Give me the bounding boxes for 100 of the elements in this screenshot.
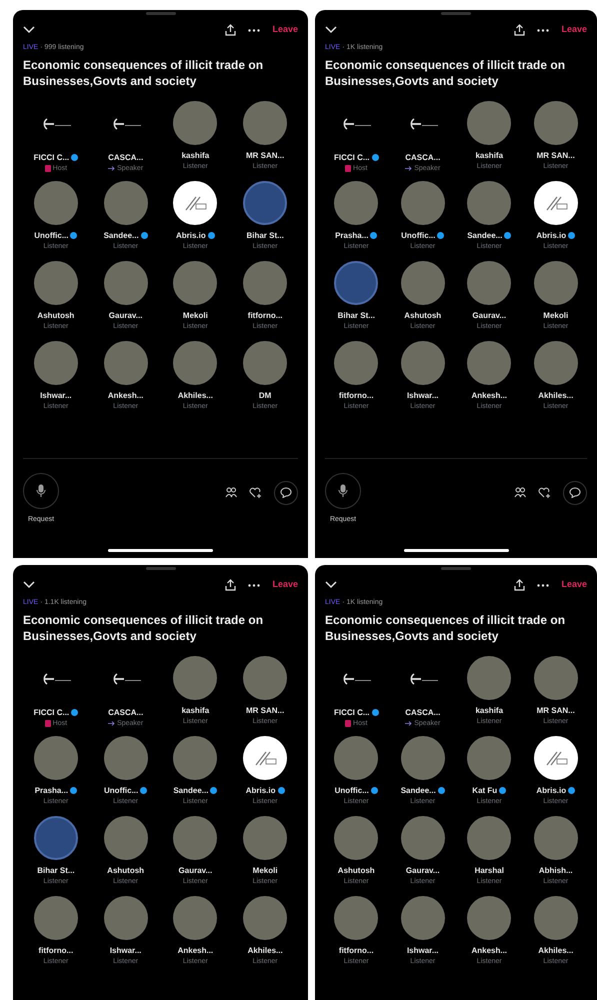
participant-name: Unoffic... bbox=[34, 230, 68, 242]
avatar-placeholder bbox=[334, 340, 378, 384]
avatar-placeholder bbox=[104, 260, 148, 304]
space-title: Economic consequences of illicit trade on Businesses,Govts and society bbox=[325, 56, 566, 88]
avatar-placeholder bbox=[467, 736, 512, 780]
avatar-placeholder bbox=[467, 180, 512, 224]
chevron-down-icon[interactable] bbox=[325, 26, 337, 34]
chat-button[interactable] bbox=[274, 480, 298, 504]
participant-name: FICCI C... bbox=[34, 152, 70, 164]
avatar-placeholder bbox=[534, 816, 578, 860]
leave-button[interactable]: Leave bbox=[561, 23, 587, 37]
participant-name: MR SAN... bbox=[246, 150, 284, 162]
participant-name: Akhiles... bbox=[538, 944, 574, 956]
avatar-placeholder bbox=[243, 816, 288, 860]
leave-button[interactable]: Leave bbox=[272, 578, 298, 592]
participant-name: CASCA... bbox=[405, 706, 440, 718]
participant-name: CASCA... bbox=[108, 152, 144, 164]
more-icon[interactable] bbox=[537, 584, 550, 586]
chevron-down-icon[interactable] bbox=[23, 26, 35, 34]
avatar-placeholder bbox=[243, 260, 288, 304]
avatar-placeholder bbox=[534, 340, 578, 384]
participant-name: DM bbox=[258, 390, 272, 402]
microphone-icon bbox=[36, 484, 46, 498]
participant-name: Sandee... bbox=[400, 784, 436, 796]
participant-name: Sandee... bbox=[173, 784, 208, 796]
participant-name: Prasha... bbox=[335, 230, 368, 242]
avatar-placeholder bbox=[534, 896, 578, 940]
participant-name: Ashutosh bbox=[107, 864, 144, 876]
participant-name: Abris.io bbox=[246, 784, 276, 796]
participant-name: Mekoli bbox=[182, 310, 208, 322]
participant-name: MR SAN... bbox=[246, 704, 284, 716]
people-icon[interactable] bbox=[225, 487, 237, 498]
participant-name: Ishwar... bbox=[406, 944, 439, 956]
leave-button[interactable]: Leave bbox=[272, 23, 298, 37]
avatar-placeholder bbox=[534, 260, 578, 304]
avatar-placeholder bbox=[334, 816, 378, 860]
participant-name: Gaurav... bbox=[108, 310, 142, 322]
participant-name: kashifa bbox=[475, 150, 504, 162]
participant-name: Ankesh... bbox=[471, 390, 508, 402]
microphone-icon bbox=[338, 484, 348, 498]
share-icon[interactable] bbox=[225, 579, 236, 591]
participant-name: FICCI C... bbox=[334, 706, 370, 718]
participant-name: Abris.io bbox=[176, 230, 206, 242]
more-icon[interactable] bbox=[248, 28, 260, 32]
avatar-placeholder bbox=[104, 816, 148, 860]
avatar-placeholder bbox=[400, 260, 445, 304]
participant-name: Akhiles... bbox=[248, 944, 283, 956]
more-icon[interactable] bbox=[537, 28, 550, 32]
participant-name: Ashutosh bbox=[404, 310, 442, 322]
avatar-placeholder bbox=[243, 100, 288, 144]
avatar-placeholder bbox=[173, 100, 218, 144]
chat-button[interactable] bbox=[563, 480, 587, 504]
participant-name: Harshal bbox=[474, 864, 504, 876]
more-icon[interactable] bbox=[248, 584, 260, 586]
participant-name: MR SAN... bbox=[536, 704, 575, 716]
avatar-placeholder bbox=[334, 896, 378, 940]
avatar-placeholder bbox=[467, 656, 512, 700]
participant-name: kashifa bbox=[182, 150, 210, 162]
heart-plus-icon[interactable] bbox=[249, 487, 262, 498]
avatar-placeholder bbox=[467, 340, 512, 384]
avatar-placeholder bbox=[467, 100, 512, 144]
avatar-placeholder bbox=[34, 896, 78, 940]
avatar-placeholder bbox=[534, 100, 578, 144]
chevron-down-icon[interactable] bbox=[23, 581, 35, 589]
participant-name: Abris.io bbox=[536, 230, 566, 242]
chevron-down-icon[interactable] bbox=[325, 581, 337, 589]
avatar-placeholder bbox=[400, 816, 445, 860]
participant-name: Ankesh... bbox=[108, 390, 144, 402]
avatar-placeholder bbox=[467, 260, 512, 304]
participant-name: Akhiles... bbox=[538, 390, 574, 402]
avatar-placeholder bbox=[173, 260, 218, 304]
participant-name: Ankesh... bbox=[471, 944, 508, 956]
participant-name: Unoffic... bbox=[334, 784, 369, 796]
avatar-placeholder bbox=[243, 896, 288, 940]
avatar-placeholder bbox=[467, 816, 512, 860]
share-icon[interactable] bbox=[514, 579, 526, 591]
avatar-placeholder bbox=[400, 180, 445, 224]
participant-name: Mekoli bbox=[252, 864, 278, 876]
participant-name: Ankesh... bbox=[178, 944, 214, 956]
participant-name: Prasha... bbox=[34, 784, 68, 796]
share-icon[interactable] bbox=[225, 24, 236, 36]
people-icon[interactable] bbox=[514, 487, 526, 498]
participant-name: Bihar St... bbox=[37, 864, 75, 876]
participant-name: Abris.io bbox=[536, 784, 566, 796]
participant-name: CASCA... bbox=[108, 706, 144, 718]
avatar-placeholder bbox=[173, 656, 218, 700]
participant-name: kashifa bbox=[475, 704, 504, 716]
share-icon[interactable] bbox=[514, 24, 526, 36]
chat-bubble-icon bbox=[280, 487, 292, 498]
avatar-placeholder bbox=[104, 180, 148, 224]
avatar-placeholder bbox=[173, 340, 218, 384]
participant-name: Unoffic... bbox=[401, 230, 436, 242]
heart-plus-icon[interactable] bbox=[538, 487, 551, 498]
avatar-placeholder bbox=[173, 736, 218, 780]
participant-name: fitforno... bbox=[338, 944, 374, 956]
participant-name: Ishwar... bbox=[406, 390, 439, 402]
space-title: Economic consequences of illicit trade on Businesses,Govts and society bbox=[325, 612, 566, 644]
logo-avatar bbox=[173, 180, 218, 224]
avatar-placeholder bbox=[334, 736, 378, 780]
leave-button[interactable]: Leave bbox=[561, 578, 587, 592]
